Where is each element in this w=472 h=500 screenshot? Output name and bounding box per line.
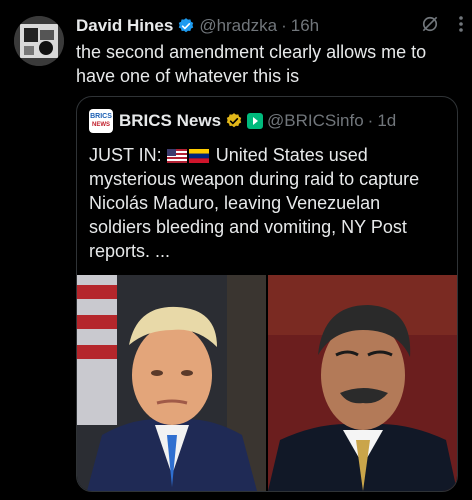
separator-dot: · (281, 16, 287, 35)
more-options-icon[interactable] (458, 15, 464, 38)
tweet-time[interactable]: 16h (291, 16, 319, 36)
grok-icon[interactable] (420, 14, 440, 39)
quoted-tweet-time[interactable]: 1d (377, 111, 396, 131)
quoted-tweet-text: JUST IN: United States used mysterious w… (89, 143, 445, 263)
tweet-header: David Hines @hradzka · 16h (76, 14, 464, 38)
author-handle[interactable]: @hradzka (199, 16, 277, 36)
author-name[interactable]: David Hines (76, 16, 173, 36)
separator-dot: · (367, 111, 374, 130)
quoted-author-handle[interactable]: @BRICSinfo (267, 111, 364, 131)
author-avatar[interactable] (14, 16, 64, 66)
maduro-portrait-image[interactable] (268, 275, 457, 491)
logo-text-bottom: NEWS (92, 122, 110, 128)
quoted-tweet-header: BRICS NEWS BRICS News @BRICSinfo · 1d (89, 109, 447, 133)
trump-portrait-image[interactable] (77, 275, 266, 491)
us-flag-icon (166, 145, 187, 163)
affiliate-badge-icon (247, 113, 264, 129)
verified-badge-icon (177, 17, 195, 35)
brics-news-logo[interactable]: BRICS NEWS (89, 109, 113, 133)
avatar-image (14, 16, 64, 66)
venezuela-flag-icon (188, 145, 209, 163)
quoted-text-prefix: JUST IN: (89, 145, 167, 165)
media-gallery (77, 275, 457, 491)
quoted-author-name[interactable]: BRICS News (119, 111, 221, 131)
logo-text-top: BRICS (90, 113, 112, 120)
quoted-tweet[interactable]: BRICS NEWS BRICS News @BRICSinfo · 1d JU… (76, 96, 458, 492)
tweet-text: the second amendment clearly allows me t… (76, 42, 427, 86)
gold-verified-badge-icon (225, 112, 243, 130)
